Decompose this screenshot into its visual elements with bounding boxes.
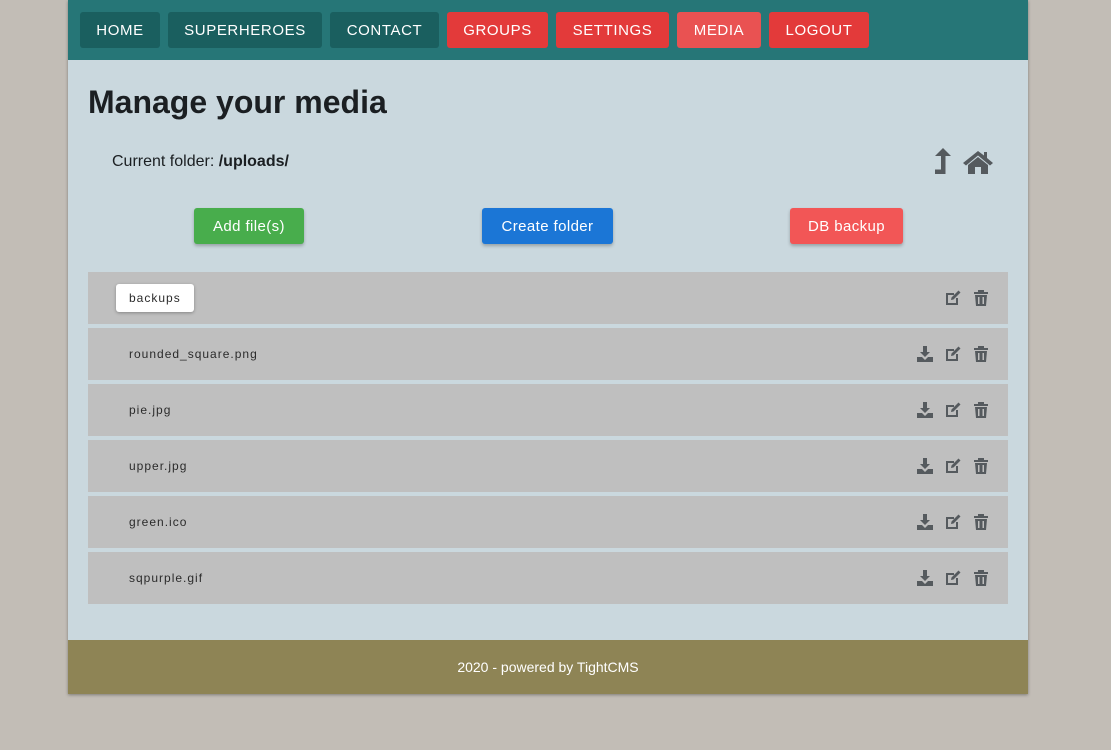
file-name: sqpurple.gif [129,571,204,585]
page-container: HOME SUPERHEROES CONTACT GROUPS SETTINGS… [68,0,1028,694]
db-backup-button[interactable]: DB backup [790,208,903,244]
list-item: sqpurple.gif [88,552,1008,604]
trash-icon[interactable] [972,457,990,475]
footer: 2020 - powered by TightCMS [68,640,1028,694]
list-item: rounded_square.png [88,328,1008,380]
current-folder-path: /uploads/ [218,153,289,170]
navbar: HOME SUPERHEROES CONTACT GROUPS SETTINGS… [68,0,1028,60]
create-folder-button[interactable]: Create folder [482,208,613,244]
download-icon[interactable] [916,345,934,363]
download-icon[interactable] [916,401,934,419]
edit-icon[interactable] [944,289,962,307]
file-name: rounded_square.png [129,347,258,361]
nav-settings[interactable]: SETTINGS [556,12,669,48]
nav-contact[interactable]: CONTACT [330,12,439,48]
edit-icon[interactable] [944,345,962,363]
edit-icon[interactable] [944,513,962,531]
trash-icon[interactable] [972,401,990,419]
list-item: green.ico [88,496,1008,548]
trash-icon[interactable] [972,289,990,307]
page-title: Manage your media [88,84,387,120]
arrow-up-icon[interactable] [931,148,951,176]
nav-media[interactable]: MEDIA [677,12,761,48]
nav-superheroes[interactable]: SUPERHEROES [168,12,322,48]
add-files-button[interactable]: Add file(s) [194,208,304,244]
nav-groups[interactable]: GROUPS [447,12,548,48]
download-icon[interactable] [916,569,934,587]
list-item: upper.jpg [88,440,1008,492]
edit-icon[interactable] [944,457,962,475]
trash-icon[interactable] [972,569,990,587]
file-name: green.ico [129,515,188,529]
edit-icon[interactable] [944,569,962,587]
list-item: pie.jpg [88,384,1008,436]
nav-home[interactable]: HOME [80,12,160,48]
list-item: backups [88,272,1008,324]
folder-link[interactable]: backups [116,284,194,312]
current-folder: Current folder: /uploads/ [112,153,289,171]
home-icon[interactable] [963,149,993,175]
file-name: upper.jpg [129,459,188,473]
footer-text: 2020 - powered by TightCMS [457,659,639,675]
edit-icon[interactable] [944,401,962,419]
trash-icon[interactable] [972,513,990,531]
current-folder-label: Current folder: [112,153,215,170]
download-icon[interactable] [916,457,934,475]
download-icon[interactable] [916,513,934,531]
nav-logout[interactable]: LOGOUT [769,12,869,48]
trash-icon[interactable] [972,345,990,363]
file-name: pie.jpg [129,403,172,417]
